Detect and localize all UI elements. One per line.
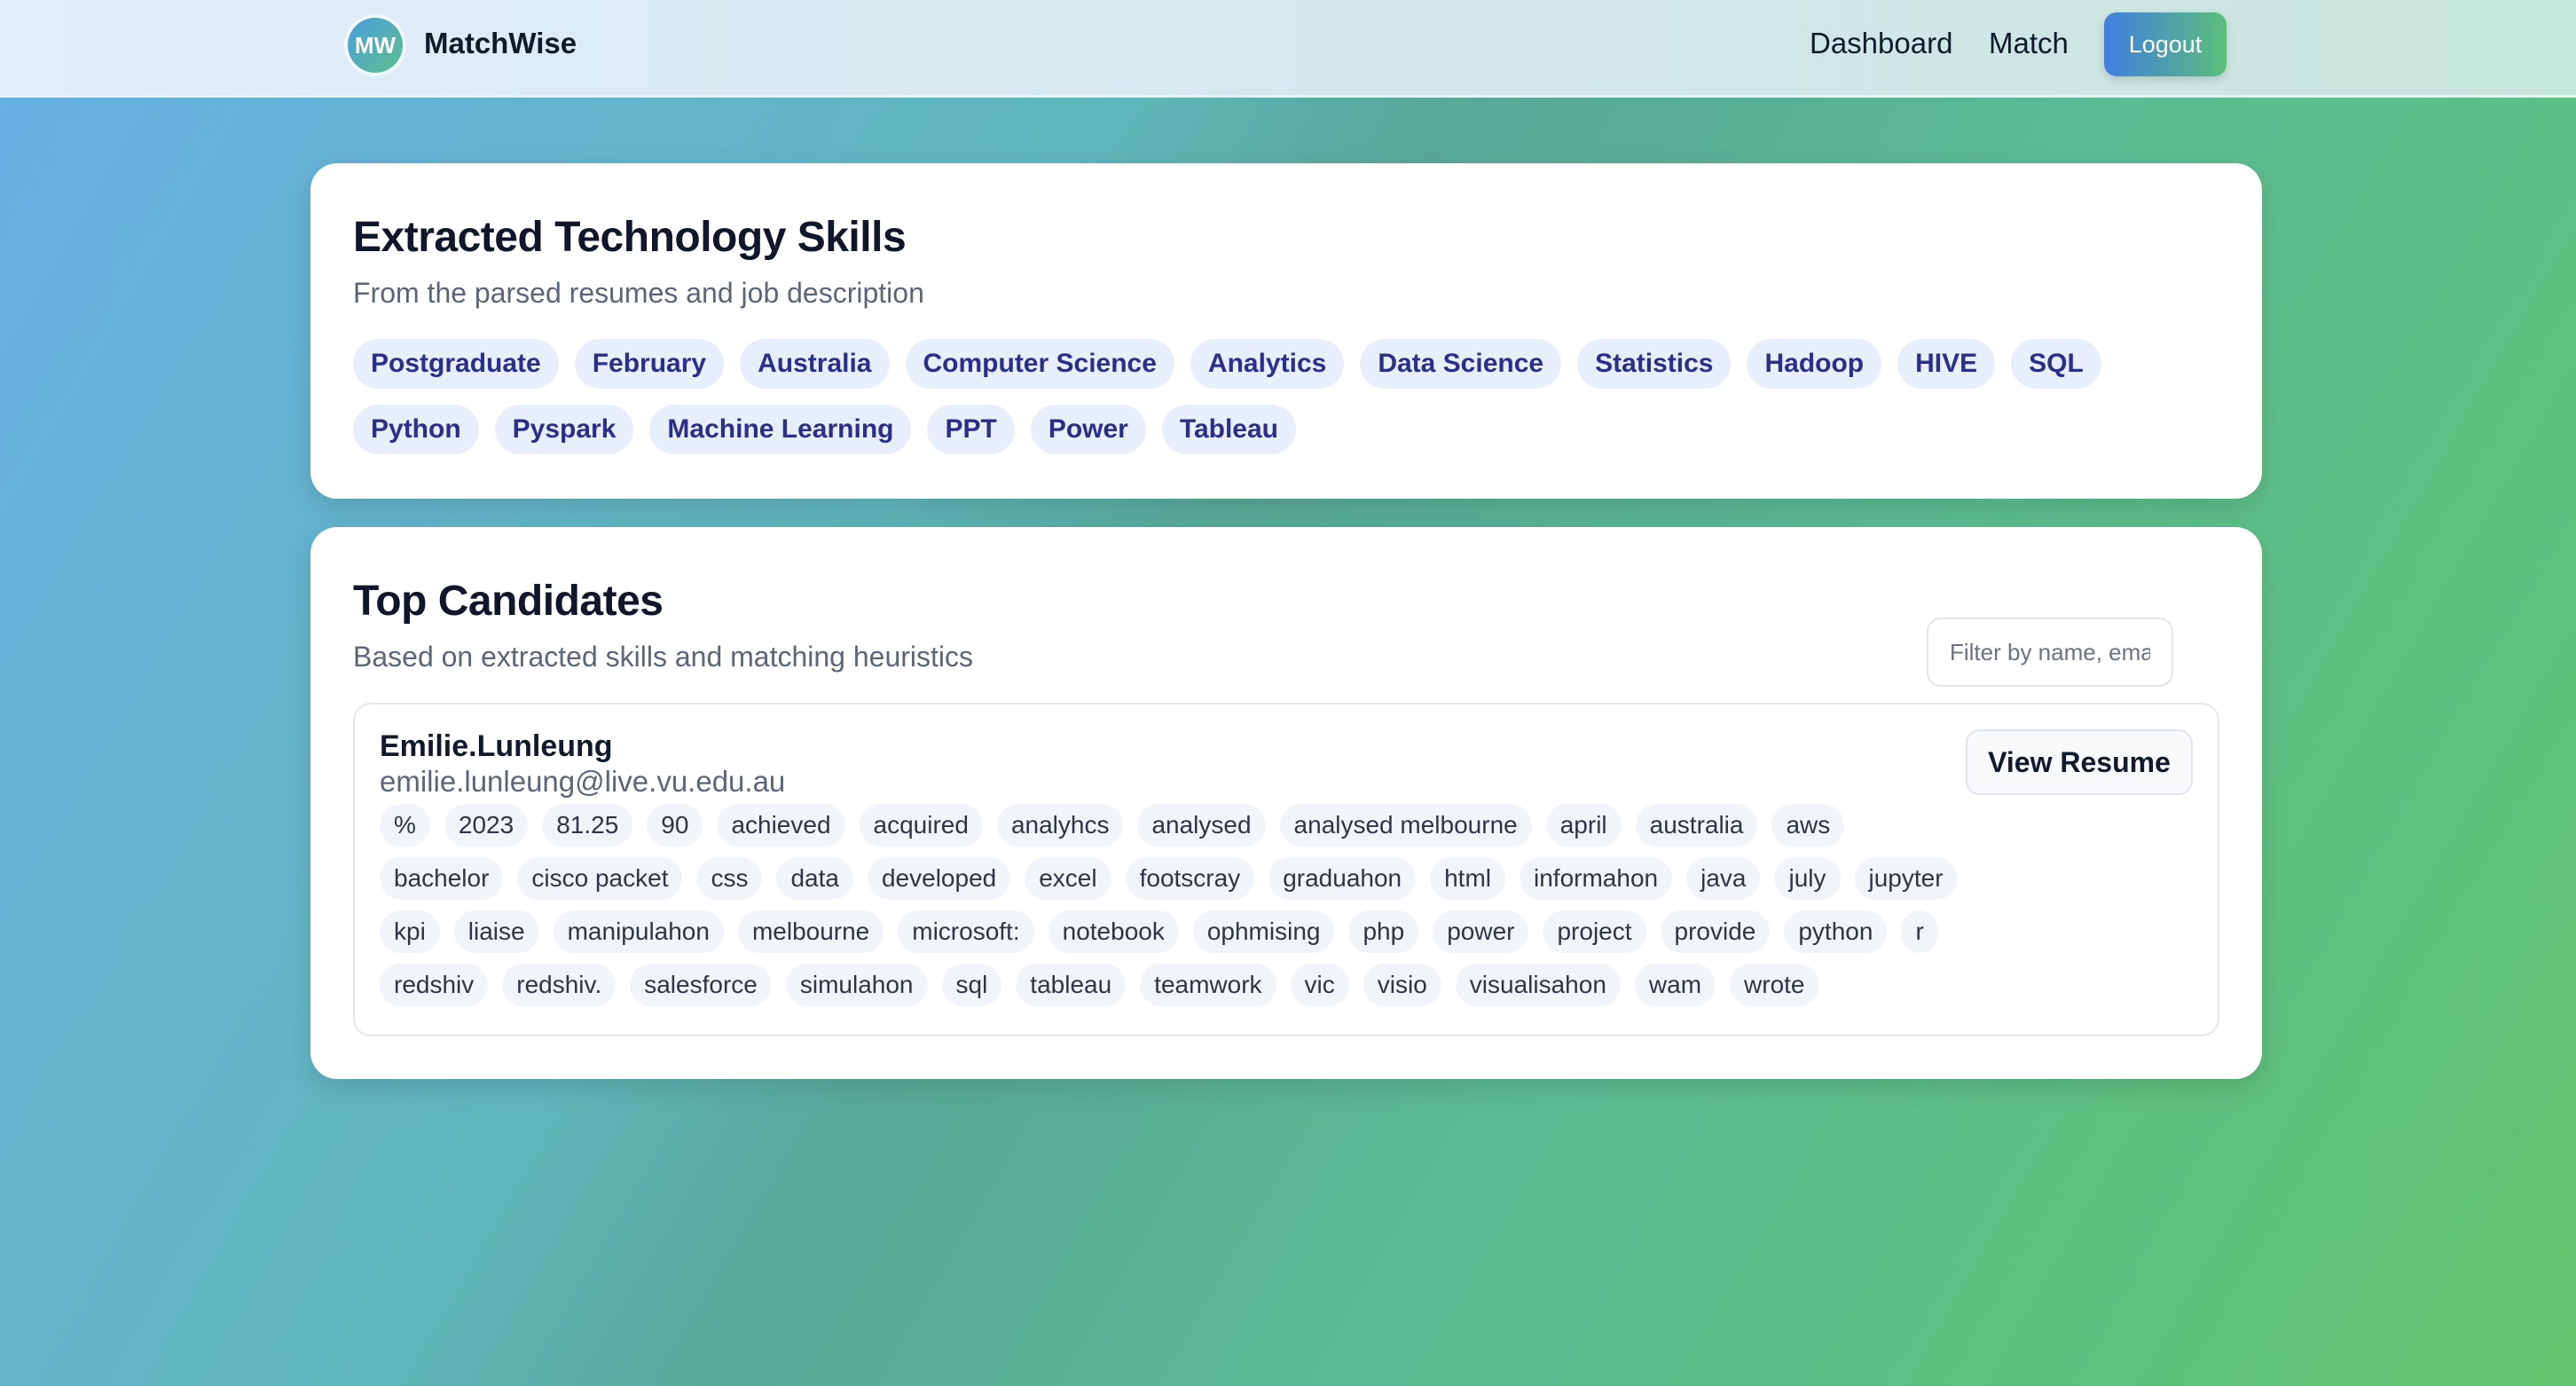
nav-link-dashboard[interactable]: Dashboard [1810, 27, 1952, 60]
candidate-skill-tag: visio [1363, 964, 1441, 1006]
candidate-skill-tag: cisco packet [517, 857, 683, 900]
candidate-filter-input[interactable] [1927, 618, 2173, 687]
brand-name[interactable]: MatchWise [424, 27, 577, 60]
candidate-skill-tag: acquired [859, 804, 983, 847]
skill-tag: Pyspark [494, 405, 634, 454]
logout-button[interactable]: Logout [2104, 12, 2227, 76]
candidate-skill-tag: provide [1660, 910, 1771, 953]
candidate-skill-tag: 81.25 [542, 804, 633, 847]
skill-tag: Python [353, 405, 479, 454]
skill-tag: Hadoop [1747, 339, 1882, 389]
candidate-name: Emilie.Lunleung [380, 729, 613, 763]
candidate-skill-tag: manipulahon [553, 910, 724, 953]
skill-tag: Machine Learning [649, 405, 912, 454]
skill-tag: Computer Science [905, 339, 1174, 389]
candidate-skill-tag: css [696, 857, 763, 900]
candidate-skill-tag: liaise [453, 910, 539, 953]
skills-card-subtitle: From the parsed resumes and job descript… [353, 277, 924, 309]
candidate-skill-tag: melbourne [737, 910, 884, 953]
candidate-email: emilie.lunleung@live.vu.edu.au [380, 765, 786, 798]
candidate-skill-tag: redshiv. [502, 964, 617, 1006]
candidate-skill-tag: kpi [380, 910, 440, 953]
candidate-skill-tag: analysed melbourne [1279, 804, 1532, 847]
candidate-skill-tag: project [1543, 910, 1646, 953]
skill-tag: Statistics [1577, 339, 1732, 389]
candidate-skill-tag: microsoft: [898, 910, 1034, 953]
candidate-skill-tag: data [776, 857, 853, 900]
candidate-skill-tag: sql [941, 964, 1002, 1006]
candidate-skill-tag: wam [1634, 964, 1716, 1006]
skill-tag-list: Postgraduate February Australia Computer Sc… [353, 339, 2234, 454]
candidate-skill-tag: % [380, 804, 430, 847]
view-resume-button[interactable]: View Resume [1966, 729, 2193, 795]
skill-tag: Australia [740, 339, 890, 389]
candidate-skill-tag: achieved [717, 804, 845, 847]
candidate-skill-tag: salesforce [630, 964, 772, 1006]
candidates-card-subtitle: Based on extracted skills and matching h… [353, 641, 974, 673]
candidate-tag-list: % 2023 81.25 90 achieved acquired analyhcs anal… [380, 804, 1959, 1006]
skills-card: Extracted Technology Skills From the par… [310, 163, 2262, 499]
candidate-skill-tag: australia [1635, 804, 1758, 847]
candidate-skill-tag: 2023 [444, 804, 529, 847]
nav-link-match[interactable]: Match [1989, 27, 2069, 60]
candidate-skill-tag: simulahon [785, 964, 928, 1006]
skill-tag: February [574, 339, 725, 389]
skill-tag: HIVE [1897, 339, 1996, 389]
candidate-skill-tag: notebook [1048, 910, 1179, 953]
candidate-skill-tag: analysed [1137, 804, 1266, 847]
candidate-skill-tag: 90 [647, 804, 703, 847]
candidate-skill-tag: footscray [1125, 857, 1255, 900]
skill-tag: Postgraduate [353, 339, 559, 389]
candidate-skill-tag: teamwork [1140, 964, 1276, 1006]
skill-tag: Tableau [1161, 405, 1296, 454]
candidate-skill-tag: analyhcs [996, 804, 1124, 847]
candidate-skill-tag: graduahon [1268, 857, 1417, 900]
skill-tag: Data Science [1360, 339, 1562, 389]
candidate-skill-tag: redshiv [380, 964, 489, 1006]
skill-tag: SQL [2011, 339, 2101, 389]
skill-tag: PPT [927, 405, 1015, 454]
candidate-skill-tag: jupyter [1854, 857, 1958, 900]
skill-tag: Power [1030, 405, 1146, 454]
candidate-skill-tag: wrote [1730, 964, 1819, 1006]
candidate-skill-tag: visualisahon [1455, 964, 1621, 1006]
candidate-skill-tag: informahon [1520, 857, 1673, 900]
candidates-card-title: Top Candidates [353, 578, 664, 625]
brand-logo-icon[interactable]: MW [348, 18, 403, 73]
candidate-skill-tag: power [1433, 910, 1529, 953]
candidate-skill-tag: excel [1025, 857, 1111, 900]
candidate-card: Emilie.Lunleung emilie.lunleung@live.vu.… [353, 703, 2219, 1036]
candidate-skill-tag: developed [867, 857, 1011, 900]
candidate-skill-tag: bachelor [380, 857, 504, 900]
candidate-skill-tag: r [1901, 910, 1938, 953]
candidate-skill-tag: vic [1290, 964, 1349, 1006]
top-navbar: MW MatchWise Dashboard Match Logout [0, 0, 2576, 98]
candidate-skill-tag: html [1430, 857, 1506, 900]
skill-tag: Analytics [1190, 339, 1345, 389]
candidate-skill-tag: ophmising [1192, 910, 1335, 953]
candidate-skill-tag: tableau [1016, 964, 1127, 1006]
candidate-skill-tag: java [1686, 857, 1761, 900]
candidate-skill-tag: april [1545, 804, 1622, 847]
candidates-card: Top Candidates Based on extracted skills… [310, 527, 2262, 1079]
candidate-skill-tag: python [1784, 910, 1888, 953]
candidate-skill-tag: php [1348, 910, 1419, 953]
candidate-skill-tag: aws [1771, 804, 1845, 847]
candidate-skill-tag: july [1774, 857, 1841, 900]
skills-card-title: Extracted Technology Skills [353, 214, 907, 261]
